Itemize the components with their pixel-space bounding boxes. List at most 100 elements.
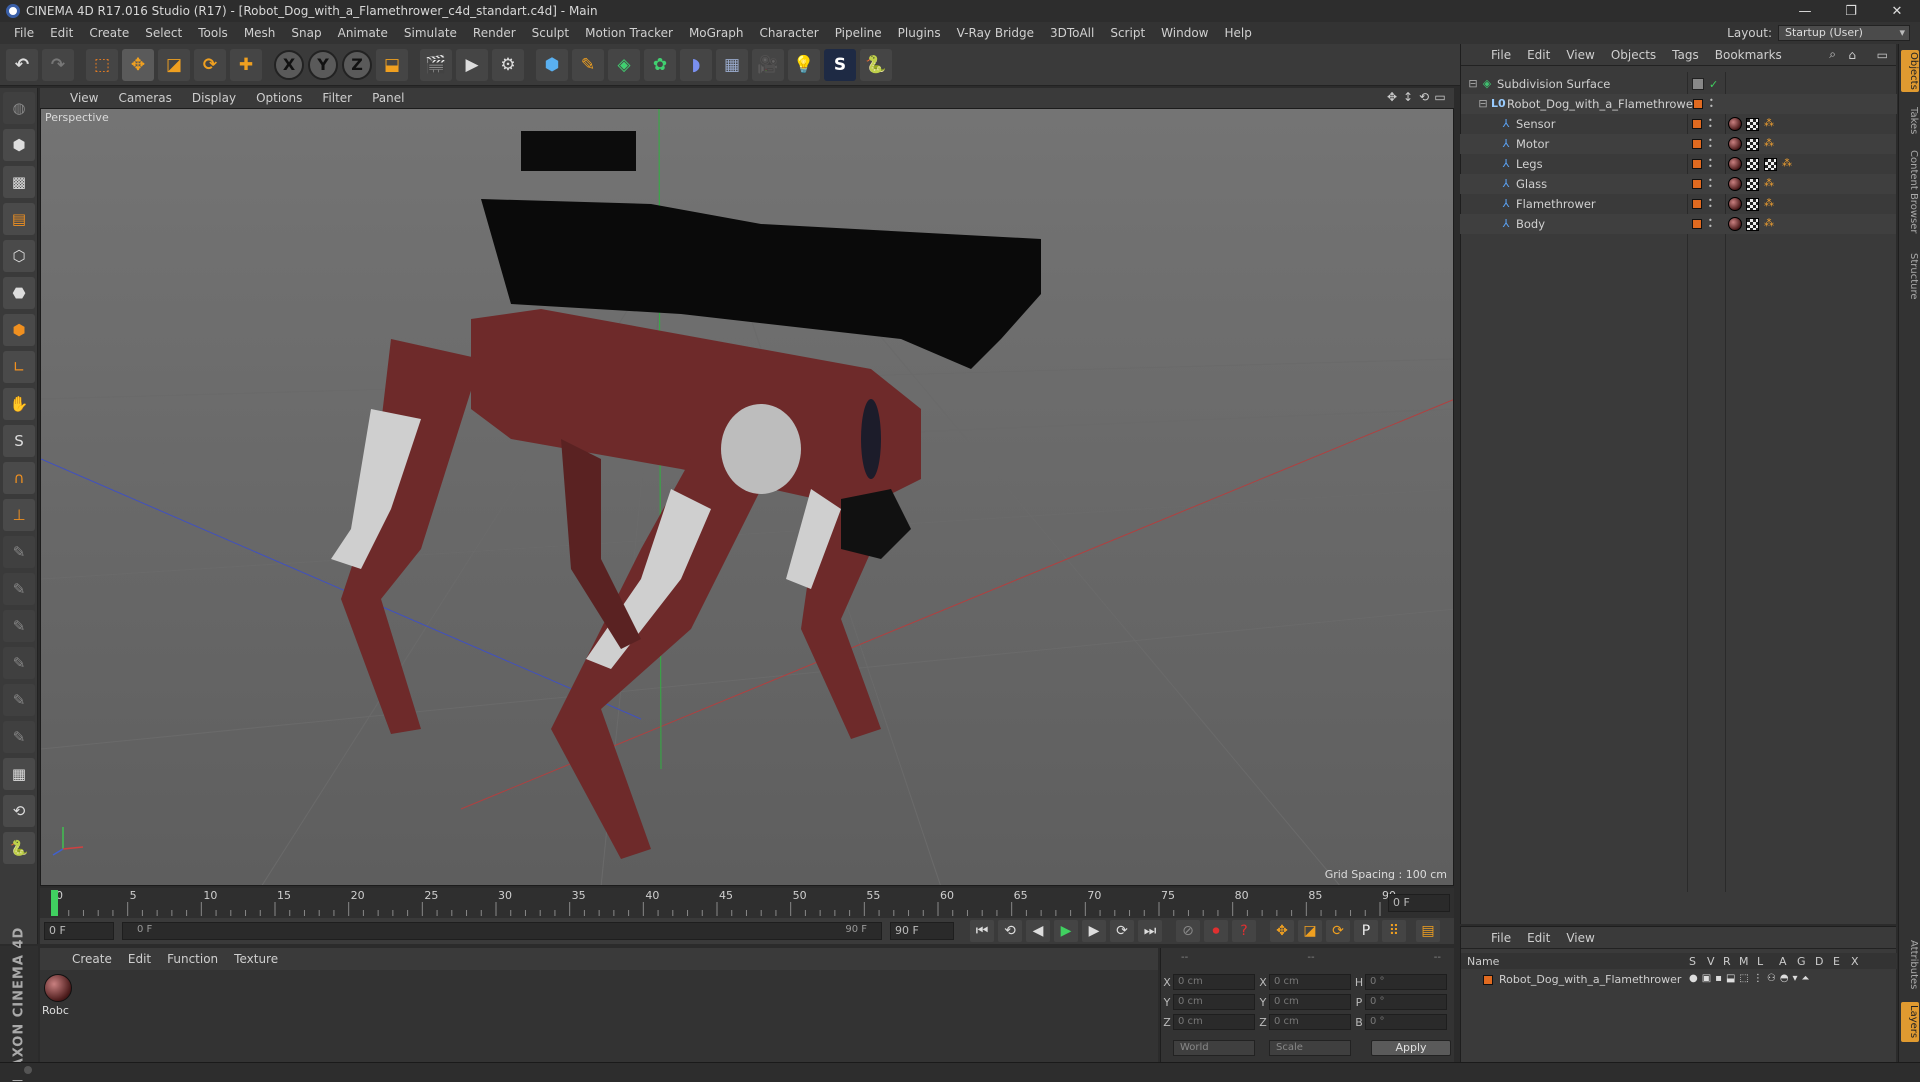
python-icon[interactable]: 🐍 (860, 48, 892, 81)
next-key-icon[interactable]: ⟳ (1110, 920, 1134, 942)
tweak-mode-icon[interactable]: ✋ (3, 388, 35, 420)
material-preview-swatch[interactable] (44, 974, 72, 1002)
key-parameter-icon[interactable]: P (1354, 920, 1378, 942)
layer-column-expressions[interactable]: E (1833, 955, 1840, 968)
tab-content-browser[interactable]: Content Browser (1901, 148, 1919, 236)
subdivision-icon[interactable]: ◈ (608, 48, 640, 81)
visibility-dots[interactable]: • • (1708, 117, 1714, 131)
rot-b-field[interactable]: 0 ° (1365, 1014, 1447, 1030)
z-axis-icon[interactable]: Z (342, 49, 372, 80)
key-rotation-icon[interactable]: ⟳ (1326, 920, 1350, 942)
menu-mograph[interactable]: MoGraph (681, 22, 752, 44)
pos-y-field[interactable]: 0 cm (1173, 994, 1255, 1010)
sculpt-brush-icon-5[interactable]: ✎ (3, 684, 35, 716)
texture-mode-icon[interactable]: ▩ (3, 166, 35, 198)
end-frame-field[interactable]: 90 F (890, 922, 954, 940)
lm-menu-edit[interactable]: Edit (1519, 931, 1558, 945)
sculpt-brush-icon-2[interactable]: ✎ (3, 573, 35, 605)
visibility-dots[interactable]: • • (1708, 157, 1714, 171)
polygons-mode-icon[interactable]: ⬢ (3, 314, 35, 346)
menu-plugins[interactable]: Plugins (890, 22, 949, 44)
sculpt-brush-icon-1[interactable]: ✎ (3, 536, 35, 568)
material-tag-icon[interactable] (1728, 157, 1742, 171)
mograph-cloner-icon[interactable]: ✿ (644, 48, 676, 81)
object-row-flamethrower[interactable]: ⅄ Flamethrower • • ⁂ (1460, 194, 1896, 214)
minimize-button[interactable]: — (1782, 0, 1828, 22)
undo-icon[interactable]: ↶ (6, 48, 38, 81)
material-menu-texture[interactable]: Texture (226, 952, 286, 966)
om-home-icon[interactable]: ⌂ (1848, 48, 1856, 62)
key-position-icon[interactable]: ✥ (1270, 920, 1294, 942)
model-mode-icon[interactable]: ⬢ (3, 129, 35, 161)
collapse-icon[interactable]: ⊟ (1477, 98, 1489, 110)
coordinate-space-dropdown[interactable]: World (1173, 1040, 1255, 1056)
frame-range-slider[interactable]: 0 F 90 F (122, 922, 882, 940)
tab-layers[interactable]: Layers (1901, 1002, 1919, 1042)
layer-column-locked[interactable]: L (1757, 955, 1763, 968)
material-tag-icon[interactable] (1728, 177, 1742, 191)
move-icon[interactable]: ✥ (122, 48, 154, 81)
om-menu-file[interactable]: File (1483, 48, 1519, 62)
phong-tag-icon[interactable]: ⁂ (1782, 159, 1792, 169)
world-coord-icon[interactable]: ⬓ (376, 48, 408, 81)
menu-snap[interactable]: Snap (283, 22, 329, 44)
menu-pipeline[interactable]: Pipeline (827, 22, 890, 44)
visibility-dots[interactable]: • • (1708, 217, 1714, 231)
restore-button[interactable]: ❐ (1828, 0, 1874, 22)
pen-icon[interactable]: ✎ (572, 48, 604, 81)
layer-color-swatch[interactable] (1693, 99, 1703, 109)
rot-h-field[interactable]: 0 ° (1365, 974, 1447, 990)
om-menu-view[interactable]: View (1558, 48, 1602, 62)
object-row-legs[interactable]: ⅄ Legs • • ⁂ (1460, 154, 1896, 174)
workplane-icon[interactable]: ⊥ (3, 499, 35, 531)
axis-mode-icon[interactable]: ∟ (3, 351, 35, 383)
phong-tag-icon[interactable]: ⁂ (1764, 179, 1774, 189)
layer-color-swatch[interactable] (1692, 219, 1702, 229)
layer-color-swatch[interactable] (1692, 179, 1702, 189)
3d-viewport[interactable]: Perspective Grid Spacing: 100 cm (40, 108, 1454, 886)
visibility-dots[interactable]: • • (1709, 97, 1715, 111)
material-menu-create[interactable]: Create (64, 952, 120, 966)
object-row-subdivision-surface[interactable]: ⊟ ◈ Subdivision Surface ✓ (1461, 74, 1897, 94)
go-to-end-icon[interactable]: ⏭ (1138, 920, 1162, 942)
previous-key-icon[interactable]: ⟲ (998, 920, 1022, 942)
menu-create[interactable]: Create (81, 22, 137, 44)
snap-icon[interactable]: S (3, 425, 35, 457)
render-view-icon[interactable]: 🎬 (420, 48, 452, 81)
tab-attributes[interactable]: Attributes (1901, 936, 1919, 994)
menu-simulate[interactable]: Simulate (396, 22, 465, 44)
menu-mesh[interactable]: Mesh (236, 22, 284, 44)
edit-render-settings-icon[interactable]: ⚙ (492, 48, 524, 81)
lm-menu-view[interactable]: View (1558, 931, 1602, 945)
material-tag-icon[interactable] (1728, 217, 1742, 231)
menu-render[interactable]: Render (465, 22, 524, 44)
grid-lock-icon[interactable]: ▦ (3, 758, 35, 790)
collapse-icon[interactable]: ⊟ (1467, 78, 1479, 90)
menu-vray-bridge[interactable]: V-Ray Bridge (949, 22, 1042, 44)
menu-file[interactable]: File (6, 22, 42, 44)
x-axis-icon[interactable]: X (274, 49, 304, 80)
make-editable-icon[interactable]: ◍ (3, 92, 35, 124)
pos-x-field[interactable]: 0 cm (1173, 974, 1255, 990)
om-search-icon[interactable]: ⌕ (1829, 47, 1836, 62)
pos-z-field[interactable]: 0 cm (1173, 1014, 1255, 1030)
orbit-icon[interactable]: ⟲ (1416, 90, 1432, 104)
phong-tag-icon[interactable]: ⁂ (1764, 119, 1774, 129)
uvw-tag-icon[interactable] (1746, 117, 1759, 131)
layer-row[interactable]: Robot_Dog_with_a_Flamethrower ●▣▪⬓⬚⋮⚇◓▾⏶ (1461, 971, 1897, 989)
uvw-tag-icon[interactable] (1746, 217, 1759, 231)
transform-mode-dropdown[interactable]: Scale (1269, 1040, 1351, 1056)
play-icon[interactable]: ▶ (1054, 920, 1078, 942)
layer-column-view[interactable]: V (1707, 955, 1715, 968)
menu-3dtoall[interactable]: 3DToAll (1042, 22, 1102, 44)
timeline-ruler[interactable]: 051015202530354045505560657075808590 0 F (40, 888, 1454, 918)
go-to-start-icon[interactable]: ⏮ (970, 920, 994, 942)
lm-menu-file[interactable]: File (1483, 931, 1519, 945)
rotate-icon[interactable]: ⟳ (194, 48, 226, 81)
layer-column-xref[interactable]: X (1851, 955, 1859, 968)
menu-motion-tracker[interactable]: Motion Tracker (577, 22, 681, 44)
key-scale-icon[interactable]: ◪ (1298, 920, 1322, 942)
viewport-menu-panel[interactable]: Panel (362, 91, 414, 105)
uvw-tag-icon[interactable] (1746, 137, 1759, 151)
layer-color-swatch[interactable] (1692, 139, 1702, 149)
